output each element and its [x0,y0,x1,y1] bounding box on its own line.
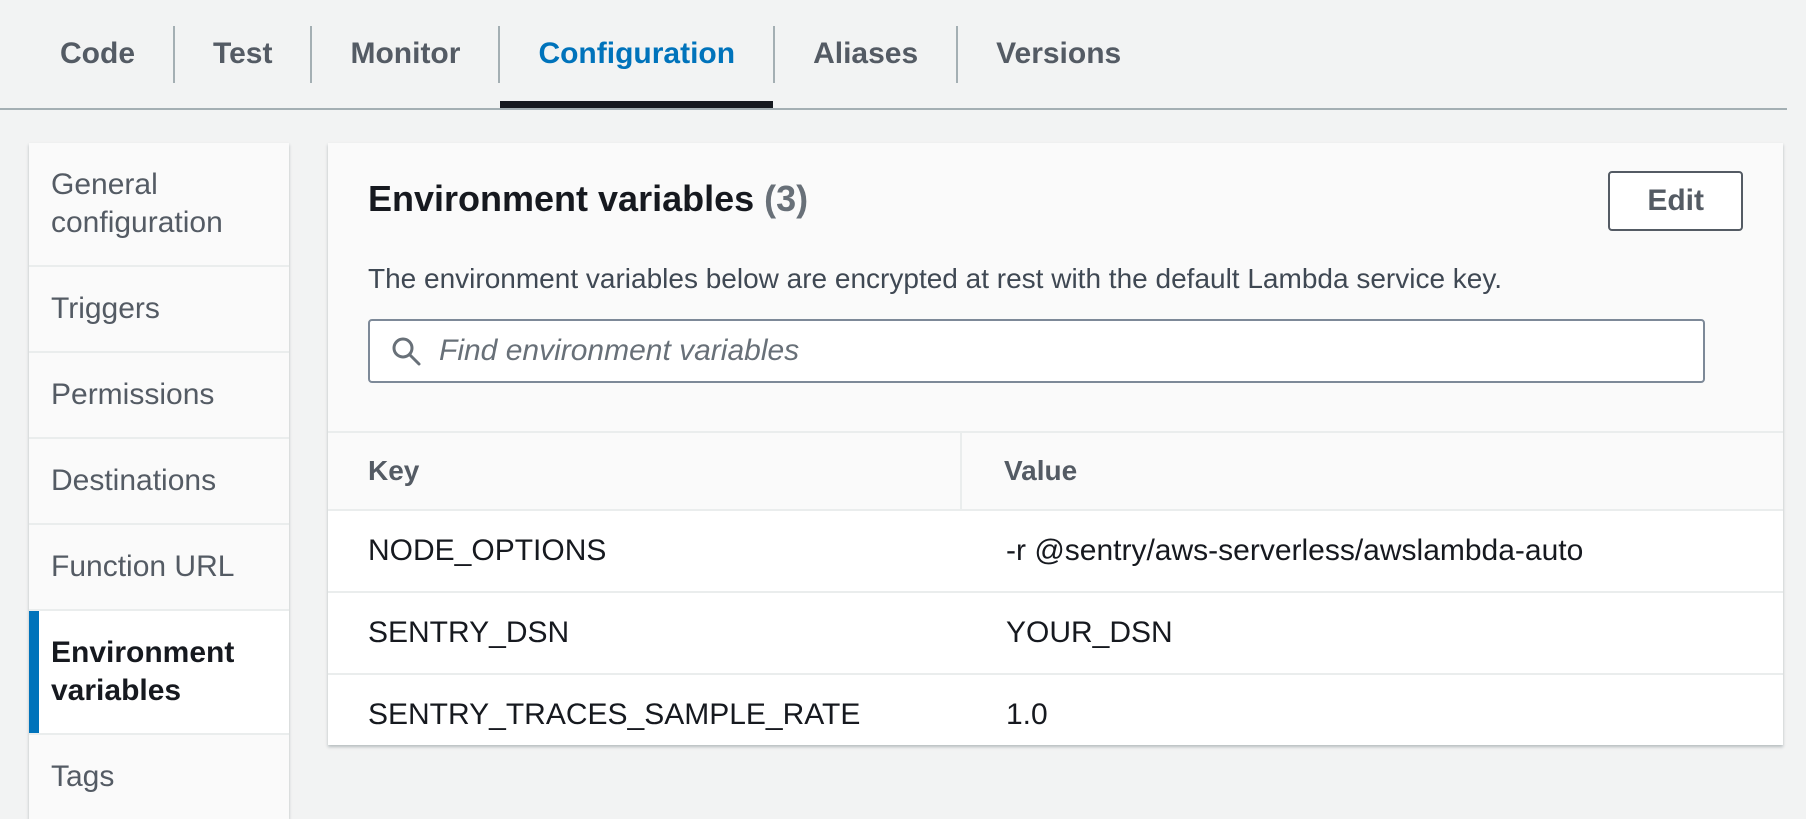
search-icon [390,335,422,367]
environment-variables-panel: Environment variables (3) Edit The envir… [328,143,1783,745]
column-header-key: Key [328,433,962,509]
sidebar-item-tags[interactable]: Tags [29,735,289,819]
item-count: (3) [764,178,808,219]
env-var-key: SENTRY_TRACES_SAMPLE_RATE [328,675,962,745]
env-var-key: SENTRY_DSN [328,593,962,673]
sidebar-item-triggers[interactable]: Triggers [29,267,289,353]
table-row: NODE_OPTIONS -r @sentry/aws-serverless/a… [328,511,1783,591]
search-box[interactable] [368,319,1705,383]
table-header-row: Key Value [328,431,1783,511]
table-row: SENTRY_TRACES_SAMPLE_RATE 1.0 [328,673,1783,745]
sidebar-item-environment-variables[interactable]: Environment variables [29,611,289,735]
search-input[interactable] [437,333,1683,369]
tab-configuration[interactable]: Configuration [500,0,773,108]
function-tab-bar: Code Test Monitor Configuration Aliases … [0,0,1787,110]
env-var-value: -r @sentry/aws-serverless/awslambda-auto [962,511,1783,591]
configuration-sidebar: General configuration Triggers Permissio… [29,143,289,819]
panel-header: Environment variables (3) Edit The envir… [328,143,1783,431]
tab-aliases[interactable]: Aliases [775,0,956,108]
table-row: SENTRY_DSN YOUR_DSN [328,591,1783,673]
configuration-content: General configuration Triggers Permissio… [0,110,1806,819]
sidebar-item-permissions[interactable]: Permissions [29,353,289,439]
page-title-text: Environment variables [368,178,754,219]
env-var-value: YOUR_DSN [962,593,1783,673]
column-header-value: Value [962,433,1783,509]
tab-monitor[interactable]: Monitor [312,0,498,108]
sidebar-item-general-configuration[interactable]: General configuration [29,143,289,267]
edit-button[interactable]: Edit [1608,171,1743,231]
environment-variables-table: Key Value NODE_OPTIONS -r @sentry/aws-se… [328,431,1783,745]
tab-test[interactable]: Test [175,0,310,108]
env-var-key: NODE_OPTIONS [328,511,962,591]
sidebar-item-function-url[interactable]: Function URL [29,525,289,611]
page-title: Environment variables (3) [368,177,808,221]
env-var-value: 1.0 [962,675,1783,745]
tab-versions[interactable]: Versions [958,0,1159,108]
sidebar-item-destinations[interactable]: Destinations [29,439,289,525]
tab-code[interactable]: Code [22,0,173,108]
panel-description: The environment variables below are encr… [368,261,1743,297]
